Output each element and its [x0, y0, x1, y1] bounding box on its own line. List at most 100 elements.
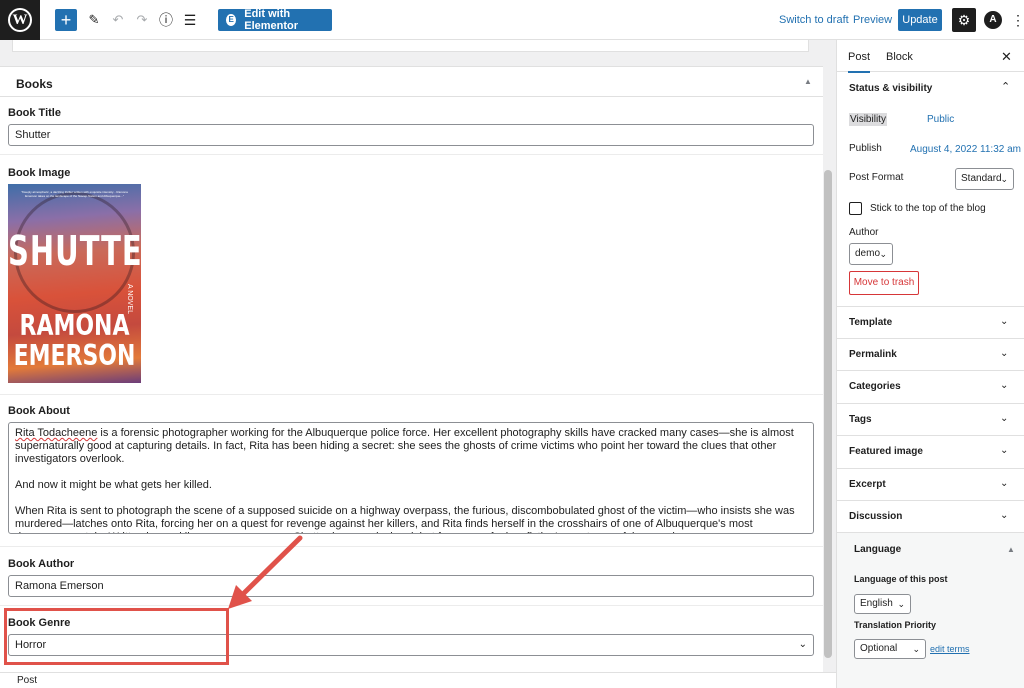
post-language-value: English — [860, 598, 893, 609]
book-author-label: Book Author — [8, 558, 75, 570]
move-to-trash-button[interactable]: Move to trash — [849, 271, 919, 295]
tab-post[interactable]: Post — [848, 51, 871, 73]
breadcrumb-post[interactable]: Post — [17, 675, 37, 686]
sticky-checkbox[interactable] — [849, 202, 862, 215]
about-paragraph-2: And now it might be what gets her killed… — [15, 479, 212, 491]
book-image-label: Book Image — [8, 167, 71, 179]
elementor-label: Edit with Elementor — [244, 8, 299, 32]
settings-icon[interactable]: ⚙ — [952, 8, 976, 32]
panel-title: Permalink — [849, 349, 897, 360]
panel-title: Tags — [849, 414, 872, 425]
chevron-down-icon: ⌄ — [912, 644, 920, 654]
tab-block[interactable]: Block — [886, 51, 913, 63]
scrollbar[interactable] — [824, 170, 832, 658]
translation-priority-value: Optional — [860, 643, 898, 654]
chevron-down-icon: ⌄ — [1000, 478, 1009, 489]
panel-categories[interactable]: Categories ⌄ — [837, 370, 1024, 402]
post-format-label: Post Format — [849, 172, 904, 183]
post-format-value: Standard — [961, 173, 1002, 184]
close-icon[interactable]: ✕ — [1001, 49, 1012, 65]
book-cover-image[interactable]: "Deeply atmospheric, a dazzling thriller… — [8, 184, 141, 383]
about-paragraph-1: is a forensic photographer working for t… — [15, 427, 794, 465]
chevron-down-icon: ⌄ — [1000, 316, 1009, 327]
visibility-value-link[interactable]: Public — [927, 114, 954, 125]
undo-icon[interactable]: ↶ — [110, 9, 126, 31]
translation-priority-label: Translation Priority — [854, 620, 937, 630]
sticky-label: Stick to the top of the blog — [870, 203, 986, 214]
chevron-down-icon: ⌄ — [1000, 380, 1009, 391]
preview-button[interactable]: Preview — [853, 14, 892, 26]
metabox-header[interactable]: Books ▲ — [0, 67, 823, 97]
post-language-select[interactable]: English ⌄ — [854, 594, 911, 614]
more-options-icon[interactable]: ⋮ — [1011, 12, 1024, 29]
chevron-down-icon: ⌄ — [1000, 510, 1009, 521]
top-toolbar: W + ✎ ↶ ↷ ⓘ ☰ E Edit with Elementor Swit… — [0, 0, 1024, 40]
status-visibility-title[interactable]: Status & visibility — [849, 83, 932, 94]
panel-title: Discussion — [849, 511, 903, 522]
panel-discussion[interactable]: Discussion ⌄ — [837, 500, 1024, 532]
collapse-caret-icon[interactable]: ▲ — [1007, 545, 1015, 554]
redo-icon[interactable]: ↷ — [134, 9, 150, 31]
publish-date-link[interactable]: August 4, 2022 11:32 am — [910, 144, 1021, 155]
cover-author-last: EMERSON — [13, 340, 136, 373]
panel-featured-image[interactable]: Featured image ⌄ — [837, 435, 1024, 467]
edit-with-elementor-button[interactable]: E Edit with Elementor — [218, 8, 332, 32]
chevron-down-icon: ⌄ — [1000, 413, 1009, 424]
cover-title: SHUTTER — [8, 227, 141, 275]
book-title-input[interactable]: Shutter — [8, 124, 814, 146]
author-select[interactable]: demo ⌄ — [849, 243, 893, 265]
book-author-input[interactable]: Ramona Emerson — [8, 575, 814, 597]
chevron-down-icon: ⌄ — [1000, 348, 1009, 359]
visibility-label: Visibility — [849, 113, 887, 126]
panel-title: Categories — [849, 381, 901, 392]
breadcrumb-bar: Post — [0, 672, 836, 688]
chevron-up-icon[interactable]: ⌃ — [1001, 80, 1010, 93]
chevron-down-icon: ⌄ — [1000, 174, 1008, 184]
edit-terms-link[interactable]: edit terms — [930, 644, 970, 654]
book-author-field: Book Author Ramona Emerson — [0, 547, 823, 606]
collapse-caret-icon[interactable]: ▲ — [804, 77, 812, 86]
author-value: demo — [855, 248, 881, 259]
cover-author-first: RAMONA — [19, 310, 130, 343]
panel-template[interactable]: Template ⌄ — [837, 306, 1024, 338]
language-panel: Language ▲ Language of this post English… — [837, 532, 1024, 688]
info-icon[interactable]: ⓘ — [157, 9, 175, 31]
settings-sidebar: Post Block ✕ Status & visibility ⌃ Visib… — [836, 40, 1024, 688]
translation-priority-select[interactable]: Optional ⌄ — [854, 639, 926, 659]
astra-icon[interactable]: A — [984, 11, 1002, 29]
pencil-icon[interactable]: ✎ — [86, 9, 102, 31]
update-button[interactable]: Update — [898, 9, 942, 31]
panel-title: Excerpt — [849, 479, 886, 490]
metabox-title: Books — [16, 77, 53, 91]
previous-block-strip — [12, 40, 809, 52]
book-about-label: Book About — [8, 405, 70, 417]
chevron-down-icon: ⌄ — [897, 599, 905, 609]
misspelled-name: Rita Todacheene — [15, 427, 98, 439]
panel-permalink[interactable]: Permalink ⌄ — [837, 338, 1024, 370]
book-about-field: Book About Rita Todacheene is a forensic… — [0, 395, 823, 547]
chevron-down-icon: ⌄ — [879, 249, 887, 259]
language-title[interactable]: Language — [854, 544, 901, 555]
wordpress-icon: W — [8, 8, 32, 32]
panel-title: Template — [849, 317, 893, 328]
chevron-down-icon: ⌄ — [798, 639, 807, 650]
panel-title: Featured image — [849, 446, 923, 457]
sidebar-tabs: Post Block ✕ — [837, 40, 1024, 73]
book-title-label: Book Title — [8, 107, 61, 119]
publish-label: Publish — [849, 143, 882, 154]
post-language-label: Language of this post — [854, 574, 948, 584]
add-block-button[interactable]: + — [55, 9, 77, 31]
list-view-icon[interactable]: ☰ — [181, 9, 199, 31]
about-paragraph-3: When Rita is sent to photograph the scen… — [15, 505, 795, 533]
book-about-textarea[interactable]: Rita Todacheene is a forensic photograph… — [8, 422, 814, 534]
wordpress-logo-button[interactable]: W — [0, 0, 40, 40]
chevron-down-icon: ⌄ — [1000, 445, 1009, 456]
post-format-select[interactable]: Standard ⌄ — [955, 168, 1014, 190]
elementor-icon: E — [226, 14, 237, 26]
panel-excerpt[interactable]: Excerpt ⌄ — [837, 468, 1024, 500]
author-label: Author — [849, 227, 879, 238]
annotation-highlight-box — [4, 608, 229, 665]
cover-blurb: "Deeply atmospheric, a dazzling thriller… — [21, 190, 128, 198]
switch-to-draft-button[interactable]: Switch to draft — [779, 14, 849, 26]
panel-tags[interactable]: Tags ⌄ — [837, 403, 1024, 435]
